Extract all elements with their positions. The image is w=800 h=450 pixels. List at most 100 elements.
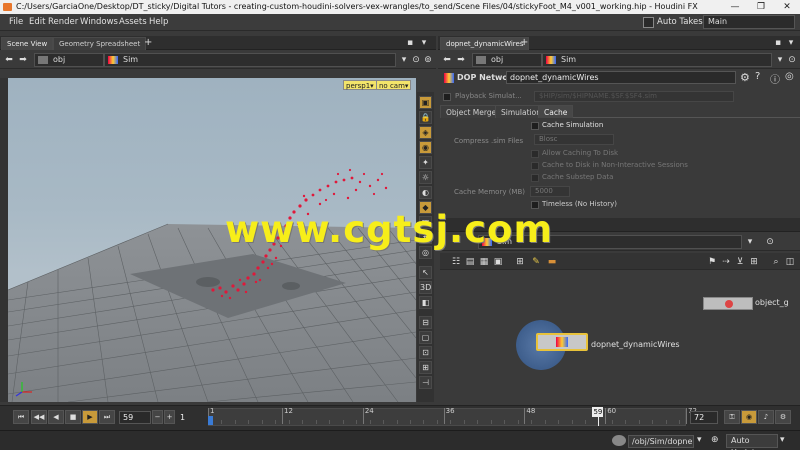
menu-windows[interactable]: Windows (80, 14, 118, 31)
maximize-button[interactable]: ❐ (748, 0, 774, 14)
camera-persp-menu[interactable]: persp1▾ (343, 80, 377, 90)
menu-edit[interactable]: Edit (29, 14, 45, 31)
realtime-toggle-icon[interactable]: ◉ (741, 410, 757, 424)
frame-icon[interactable]: ▢ (419, 331, 432, 344)
jump-end-button[interactable]: ⏭ (99, 410, 115, 424)
playback-checkbox[interactable] (443, 93, 451, 101)
substep-checkbox[interactable] (531, 174, 539, 182)
menu-assets[interactable]: Assets (119, 14, 147, 31)
gear-icon[interactable]: ⚙ (740, 71, 750, 84)
frame-increment-button[interactable]: + (164, 410, 175, 424)
path-dropdown-icon[interactable]: ▾ (744, 236, 756, 248)
zoom-icon[interactable]: ⊡ (419, 346, 432, 359)
frame-decrement-button[interactable]: − (152, 410, 163, 424)
link-icon[interactable]: ⊚ (422, 54, 434, 66)
lock-icon[interactable]: 🔒 (419, 111, 432, 124)
tab-dopnet-dynamicwires[interactable]: dopnet_dynamicWires (440, 37, 530, 50)
tree-view-icon[interactable]: ☷ (450, 256, 462, 268)
options-icon[interactable]: ◫ (784, 256, 796, 268)
selection-icon[interactable]: ↖ (419, 266, 432, 279)
menu-file[interactable]: File (9, 14, 23, 31)
camera-nocam-menu[interactable]: no cam▾ (376, 80, 412, 90)
play-reverse-button[interactable]: ◀ (48, 410, 64, 424)
noninteractive-checkbox[interactable] (531, 162, 539, 170)
path-dropdown-icon[interactable]: ▾ (398, 54, 410, 66)
back-arrow-icon[interactable]: ⬅ (441, 54, 453, 66)
current-frame-field[interactable]: 59 (119, 411, 151, 424)
split-view-icon[interactable]: ⊟ (419, 316, 432, 329)
node-name-field[interactable]: dopnet_dynamicWires (506, 71, 736, 84)
bulb-icon[interactable]: ☼ (419, 171, 432, 184)
layout-icon[interactable]: ⊞ (514, 256, 526, 268)
close-button[interactable]: ✕ (774, 0, 800, 14)
playback-path-field[interactable]: $HIP/sim/$HIPNAME.$SF.$SF4.sim (534, 91, 734, 102)
3d-view-icon[interactable]: 3D (419, 281, 432, 294)
compress-select[interactable]: Blosc (534, 134, 614, 145)
tab-scene-view[interactable]: Scene View (1, 37, 54, 50)
auto-update-select[interactable]: Auto Update (726, 434, 778, 450)
path-sim[interactable]: Sim (542, 53, 772, 67)
settings-icon[interactable]: ◎ (785, 71, 794, 82)
search-icon[interactable]: ⌕ (770, 256, 782, 268)
info-icon[interactable]: ⓘ (770, 71, 780, 86)
pane-menu-icon[interactable]: ▾ (418, 37, 430, 49)
flag-icon[interactable]: ⚑ (706, 256, 718, 268)
audio-icon[interactable]: ♪ (758, 410, 774, 424)
palette-icon[interactable]: ▣ (492, 256, 504, 268)
timeline-current-marker[interactable]: 59 (592, 407, 604, 417)
snap-icon[interactable]: ⊞ (419, 361, 432, 374)
update-dropdown-icon[interactable]: ▾ (780, 435, 785, 445)
desktop-selector[interactable]: Main (703, 15, 795, 29)
dependency-icon[interactable]: ⇢ (720, 256, 732, 268)
status-menu-icon[interactable]: ▾ (697, 435, 702, 445)
add-tab-button[interactable]: + (520, 36, 528, 50)
handle-icon[interactable]: ⊣ (419, 376, 432, 389)
pin-icon[interactable]: ⊙ (786, 54, 798, 66)
pane-menu-icon[interactable]: ▾ (785, 37, 797, 49)
add-tab-button[interactable]: + (144, 36, 152, 50)
range-end-field[interactable]: 72 (690, 411, 718, 424)
view-mode-icon[interactable]: ◧ (419, 296, 432, 309)
jump-start-button[interactable]: ⏮ (13, 410, 29, 424)
tab-object-merge[interactable]: Object Merge (440, 105, 503, 118)
snapping-icon[interactable]: ◈ (419, 126, 432, 139)
allow-disk-checkbox[interactable] (531, 150, 539, 158)
play-forward-button[interactable]: ▶ (82, 410, 98, 424)
status-path-field[interactable]: /obj/Sim/dopne (628, 435, 694, 448)
list-view-icon[interactable]: ▤ (464, 256, 476, 268)
object-merge-node[interactable] (703, 297, 753, 310)
grid-snap-icon[interactable]: ⊞ (748, 256, 760, 268)
global-anim-options-icon[interactable]: ⚙ (775, 410, 791, 424)
path-dropdown-icon[interactable]: ▾ (774, 54, 786, 66)
network-box-icon[interactable]: ▬ (546, 256, 558, 268)
cache-simulation-checkbox[interactable] (531, 122, 539, 130)
visibility-icon[interactable]: ◐ (419, 186, 432, 199)
maximize-pane-icon[interactable]: ▪ (404, 37, 416, 49)
step-back-button[interactable]: ◀◀ (31, 410, 47, 424)
maximize-pane-icon[interactable]: ▪ (772, 37, 784, 49)
help-icon[interactable]: ? (755, 71, 760, 82)
dopnet-node[interactable] (536, 333, 588, 351)
network-editor[interactable]: dopnet_dynamicWires object_g (440, 270, 800, 402)
sticky-note-icon[interactable]: ✎ (530, 256, 542, 268)
path-sim[interactable]: Sim (104, 53, 396, 67)
display-options-icon[interactable]: ▣ (419, 96, 432, 109)
path-obj[interactable]: obj (34, 53, 104, 67)
forward-arrow-icon[interactable]: ➡ (17, 54, 29, 66)
filter-icon[interactable]: ⊻ (734, 256, 746, 268)
forward-arrow-icon[interactable]: ➡ (455, 54, 467, 66)
back-arrow-icon[interactable]: ⬅ (3, 54, 15, 66)
pin-icon[interactable]: ⊙ (410, 54, 422, 66)
minimize-button[interactable]: — (722, 0, 748, 14)
pin-icon[interactable]: ⊙ (764, 236, 776, 248)
light-icon[interactable]: ✦ (419, 156, 432, 169)
tab-geometry-spreadsheet[interactable]: Geometry Spreadsheet (53, 37, 147, 50)
cache-memory-field[interactable]: 5000 (530, 186, 570, 197)
auto-takes-checkbox[interactable] (643, 17, 654, 28)
stop-button[interactable]: ■ (65, 410, 81, 424)
image-view-icon[interactable]: ▦ (478, 256, 490, 268)
ghost-icon[interactable]: ◉ (419, 141, 432, 154)
menu-help[interactable]: Help (149, 14, 168, 31)
tab-cache[interactable]: Cache (538, 105, 574, 118)
path-obj[interactable]: obj (472, 53, 542, 67)
